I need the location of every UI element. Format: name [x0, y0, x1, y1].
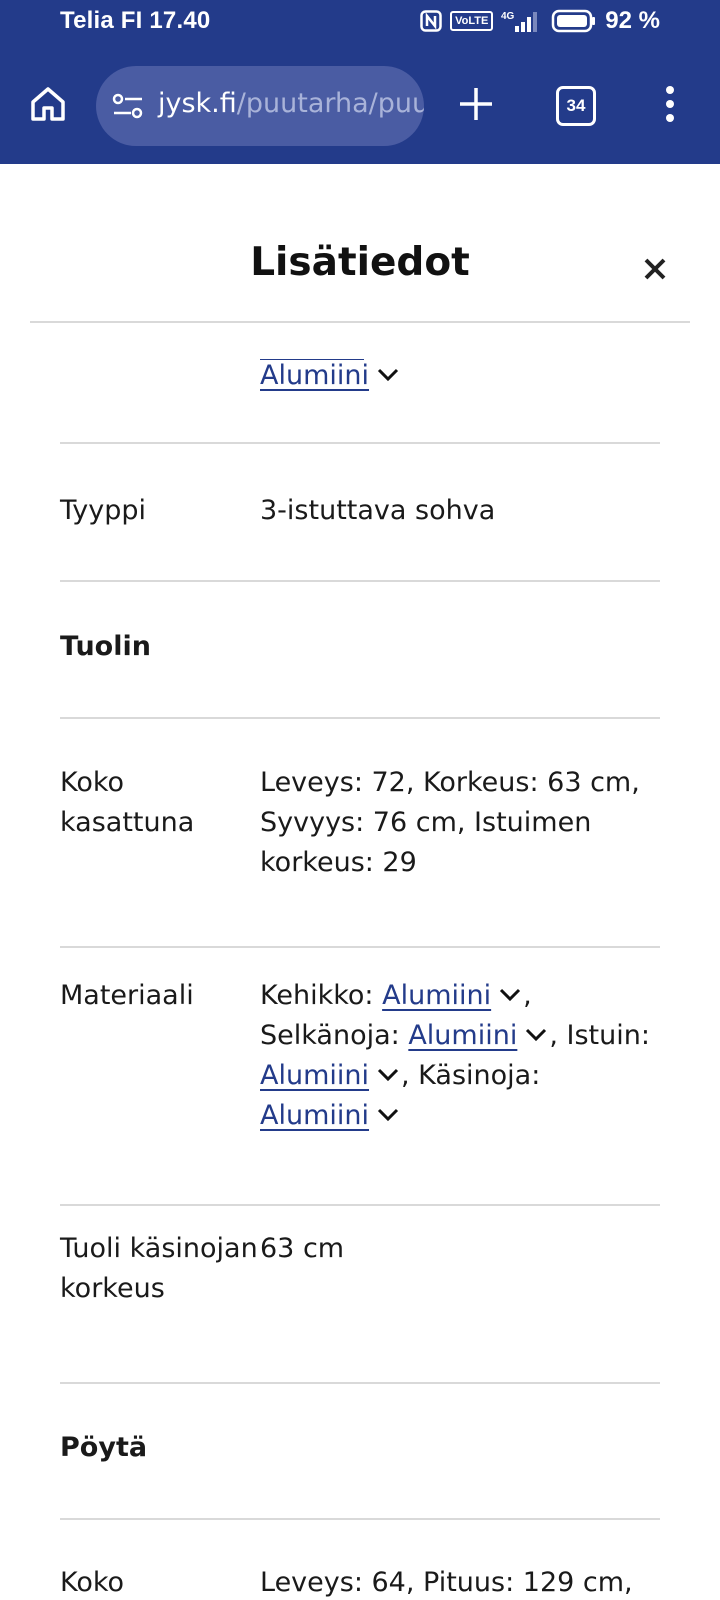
signal-icon: 4G — [501, 9, 543, 33]
koko2-label: Koko — [60, 1567, 125, 1598]
battery-percent: 92 % — [605, 7, 660, 34]
material-kehikko-text: Kehikko: — [260, 980, 374, 1011]
row-divider — [60, 1204, 660, 1206]
partial-row-value: Alumiini — [260, 356, 660, 396]
materiaali-line3: Alumiini , Käsinoja: — [260, 1056, 660, 1096]
koko-value-line2: Syvyys: 76 cm, Istuimen — [260, 807, 592, 838]
row-divider — [60, 946, 660, 948]
koko-label-line1: Koko — [60, 767, 125, 798]
chevron-down-icon[interactable] — [377, 1108, 399, 1122]
material-selkanoja-text: Selkänoja: — [260, 1020, 400, 1051]
koko-value-line1: Leveys: 72, Korkeus: 63 cm, — [260, 767, 640, 798]
url-text: jysk.fi/puutarha/puut — [158, 88, 424, 119]
row-divider — [60, 1382, 660, 1384]
chevron-down-icon[interactable] — [377, 1068, 399, 1082]
row-divider — [60, 717, 660, 719]
status-bar: Telia FI 17.40 VoLTE 4G 92 % — [0, 0, 720, 46]
close-icon[interactable] — [638, 252, 672, 286]
home-icon[interactable] — [28, 84, 68, 124]
tyyppi-label: Tyyppi — [60, 495, 147, 526]
svg-text:4G: 4G — [501, 11, 515, 22]
materiaali-line1: Kehikko: Alumiini, — [260, 976, 660, 1016]
row-divider — [60, 580, 660, 582]
status-icons: VoLTE 4G 92 % — [420, 7, 660, 35]
koko2-value: Leveys: 64, Pituus: 129 cm, — [260, 1567, 633, 1598]
armrest-label-line1: Tuoli käsinojan — [60, 1233, 258, 1264]
materiaali-label: Materiaali — [60, 980, 194, 1011]
url-path: /puutarha/puut — [236, 88, 424, 119]
material-kasinoja-text: , Käsinoja: — [401, 1060, 541, 1091]
more-menu-icon[interactable] — [660, 84, 680, 124]
sheet-title: Lisätiedot — [250, 240, 470, 285]
koko-value-line3: korkeus: 29 — [260, 847, 417, 878]
tab-switcher-button[interactable]: 34 — [556, 86, 596, 126]
material-istuin-text: , Istuin: — [549, 1020, 650, 1051]
volte-badge: VoLTE — [450, 11, 494, 31]
material-selkanoja-link[interactable]: Alumiini — [408, 1020, 517, 1051]
chevron-down-icon[interactable] — [377, 368, 399, 382]
battery-icon — [551, 9, 597, 33]
tyyppi-value: 3-istuttava sohva — [260, 495, 496, 526]
row-divider — [60, 1518, 660, 1520]
chevron-down-icon[interactable] — [499, 988, 521, 1002]
materiaali-line4: Alumiini — [260, 1096, 660, 1136]
section-heading-poyta: Pöytä — [60, 1432, 148, 1463]
chevron-down-icon[interactable] — [525, 1028, 547, 1042]
koko-label-line2: kasattuna — [60, 807, 195, 838]
new-tab-icon[interactable] — [456, 84, 496, 124]
material-kehikko-link[interactable]: Alumiini — [382, 980, 491, 1011]
material-link[interactable]: Alumiini — [260, 360, 369, 391]
url-bar[interactable]: jysk.fi/puutarha/puut — [96, 66, 424, 146]
armrest-label-line2: korkeus — [60, 1273, 165, 1304]
url-domain: jysk.fi — [158, 88, 237, 119]
row-divider — [60, 442, 660, 444]
carrier-time: Telia FI 17.40 — [60, 7, 211, 34]
material-kasinoja-link[interactable]: Alumiini — [260, 1100, 369, 1131]
section-heading-tuolin: Tuolin — [60, 631, 151, 662]
material-istuin-link[interactable]: Alumiini — [260, 1060, 369, 1091]
nfc-icon — [420, 10, 442, 32]
browser-toolbar: jysk.fi/puutarha/puut 34 — [0, 46, 720, 164]
site-settings-icon[interactable] — [112, 92, 144, 120]
comma-text: , — [523, 980, 532, 1011]
details-list[interactable]: Alumiini Tyyppi 3-istuttava sohva Tuolin… — [0, 323, 720, 1600]
materiaali-line2: Selkänoja: Alumiini , Istuin: — [260, 1016, 660, 1056]
armrest-value: 63 cm — [260, 1233, 345, 1264]
